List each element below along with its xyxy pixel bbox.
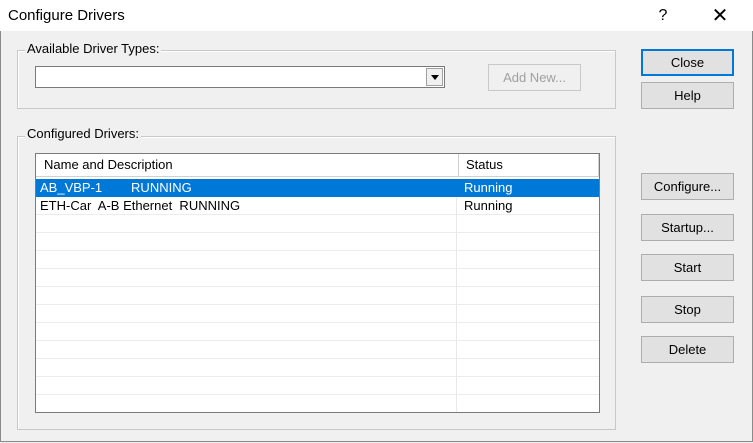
configure-button[interactable]: Configure...: [641, 173, 734, 200]
empty-row: [36, 377, 599, 395]
close-button[interactable]: Close: [641, 49, 734, 76]
help-icon[interactable]: ?: [640, 0, 686, 31]
empty-row: [36, 395, 599, 412]
empty-row: [36, 323, 599, 341]
help-button[interactable]: Help: [641, 82, 734, 109]
driver-row[interactable]: ETH-Car A-B Ethernet RUNNING Running: [36, 197, 599, 215]
delete-button[interactable]: Delete: [641, 336, 734, 363]
startup-button[interactable]: Startup...: [641, 214, 734, 241]
driver-status: Running: [464, 198, 513, 213]
driver-type-dropdown[interactable]: [35, 66, 445, 88]
driver-row[interactable]: AB_VBP-1 RUNNING Running: [36, 179, 599, 197]
empty-row: [36, 215, 599, 233]
empty-row: [36, 341, 599, 359]
stop-button[interactable]: Stop: [641, 296, 734, 323]
title-bar: Configure Drivers ? ✕: [0, 0, 753, 31]
empty-row: [36, 359, 599, 377]
close-icon[interactable]: ✕: [697, 0, 743, 31]
chevron-down-icon[interactable]: [426, 68, 443, 86]
column-header-status[interactable]: Status: [459, 154, 599, 176]
available-driver-types-label: Available Driver Types:: [25, 41, 162, 56]
empty-row: [36, 305, 599, 323]
empty-row: [36, 269, 599, 287]
start-button[interactable]: Start: [641, 254, 734, 281]
driver-status: Running: [464, 180, 513, 195]
driver-name: ETH-Car A-B Ethernet RUNNING: [36, 197, 457, 214]
empty-row: [36, 287, 599, 305]
window-title: Configure Drivers: [8, 7, 125, 24]
list-header: Name and Description Status: [36, 154, 599, 177]
driver-name: AB_VBP-1 RUNNING: [36, 179, 457, 196]
empty-row: [36, 233, 599, 251]
empty-row: [36, 251, 599, 269]
add-new-button[interactable]: Add New...: [488, 64, 581, 91]
column-header-name[interactable]: Name and Description: [36, 154, 459, 176]
configured-drivers-label: Configured Drivers:: [25, 126, 141, 141]
configured-drivers-list[interactable]: Name and Description Status AB_VBP-1 RUN…: [35, 153, 600, 413]
